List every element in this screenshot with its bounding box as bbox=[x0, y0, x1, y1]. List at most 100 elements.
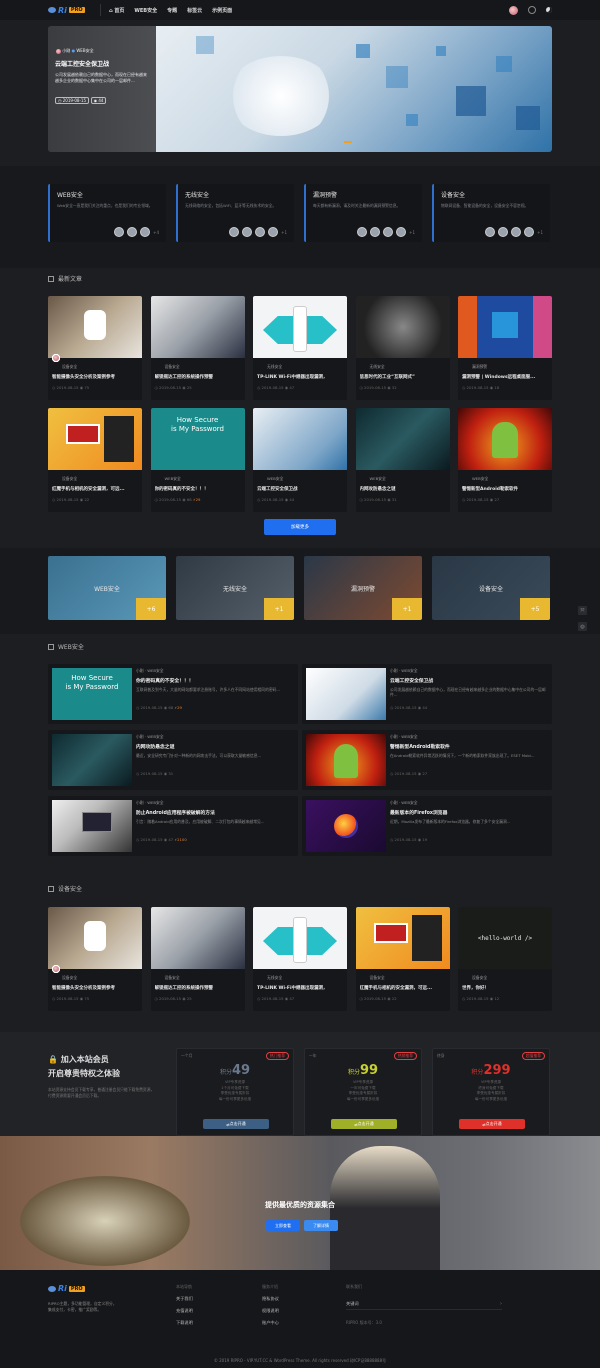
nav-item-home[interactable]: ⌂ 首页 bbox=[109, 7, 124, 14]
post-card[interactable]: 无线安全 TP-LINK Wi-Fi中继器出现漏洞， ◷ 2019-08-15 ◉ … bbox=[52, 296, 347, 400]
post-thumb-icon[interactable] bbox=[114, 227, 125, 237]
post-thumb-icon[interactable] bbox=[357, 227, 368, 237]
post-card[interactable]: 设备安全 红魔手机与相机的安全漏洞，可远... ◷ 2019-08-15 ◉ 22 bbox=[48, 354, 142, 512]
footer-link[interactable]: 充值说明 bbox=[176, 1308, 193, 1314]
footer-link[interactable]: 下载说明 bbox=[176, 1320, 193, 1326]
load-more-button[interactable]: 加载更多 bbox=[264, 519, 336, 535]
footer-link[interactable]: 隐私协议 bbox=[262, 1296, 279, 1302]
post-card[interactable]: 设备安全 解锁摇达工控的系统操作预警 ◷ 2019-08-15 ◉ 25 bbox=[52, 296, 245, 400]
post-thumb-icon[interactable] bbox=[396, 227, 407, 237]
post-card[interactable]: 无线安全 信息时代的工业“互联网式” ◷ 2019-08-15 ◉ 32 bbox=[52, 296, 450, 400]
post-title[interactable]: 漏洞预警 | Windows远程桌面服... bbox=[462, 374, 548, 380]
post-title[interactable]: 防止Android应用程序被破解的方法 bbox=[136, 809, 294, 816]
post-thumb-icon[interactable] bbox=[524, 227, 535, 237]
post-category[interactable]: 设备安全 bbox=[165, 364, 245, 370]
nav-item-web-security[interactable]: WEB安全 bbox=[134, 7, 157, 14]
post-title[interactable]: 信息时代的工业“互联网式” bbox=[360, 374, 446, 380]
footer-logo[interactable]: Ri PRO bbox=[48, 1284, 118, 1293]
post-title[interactable]: 解锁摇达工控的系统操作预警 bbox=[155, 985, 241, 991]
post-card[interactable]: WEB安全 内网攻防悬念之谜 ◷ 2019-08-15 ◉ 31 bbox=[52, 354, 450, 512]
post-category[interactable]: 设备安全 bbox=[62, 975, 142, 981]
post-thumb-icon[interactable] bbox=[370, 227, 381, 237]
post-card[interactable]: <hello-world /> 设备安全 世界，你好！ ◷ 2019-08-15 ◉ … bbox=[52, 907, 552, 1011]
post-thumb-icon[interactable] bbox=[255, 227, 266, 237]
post-title[interactable]: 世界，你好！ bbox=[462, 985, 548, 991]
post-title[interactable]: 云端工控安全保卫战 bbox=[257, 486, 343, 492]
dark-mode-icon[interactable] bbox=[546, 7, 552, 13]
post-title[interactable]: TP-LINK Wi-Fi中继器出现漏洞， bbox=[257, 985, 343, 991]
footer-link[interactable]: 权限说明 bbox=[262, 1308, 279, 1314]
post-category[interactable]: 设备安全 bbox=[165, 975, 245, 981]
list-item[interactable]: 小刚 · WEB安全 防止Android应用程序被破解的方法 引言：随着Androi… bbox=[48, 796, 298, 856]
post-card[interactable]: 设备安全 解锁摇达工控的系统操作预警 ◷ 2019-08-15 ◉ 25 bbox=[52, 907, 245, 1011]
nav-item-sample-page[interactable]: 示例页面 bbox=[212, 7, 232, 14]
post-title[interactable]: 红魔手机与相机的安全漏洞，可远... bbox=[360, 985, 446, 991]
slide-title[interactable]: 云端工控安全保卫战 bbox=[55, 59, 109, 68]
post-thumb-icon[interactable] bbox=[498, 227, 509, 237]
hero-primary-button[interactable]: 立即查看 bbox=[266, 1220, 300, 1231]
post-category[interactable]: 无线安全 bbox=[267, 975, 347, 981]
post-card[interactable]: 漏洞预警 漏洞预警 | Windows远程桌面服... ◷ 2019-08-15 ◉… bbox=[52, 296, 552, 400]
featured-slider[interactable]: 小刚 ● WEB安全 云端工控安全保卫战 公司发展越依赖自己的数据中心，而现在已… bbox=[48, 26, 552, 152]
footer-link[interactable]: 账户中心 bbox=[262, 1320, 279, 1326]
category-banner-vuln[interactable]: 漏洞预警 +1 bbox=[304, 556, 422, 620]
post-category[interactable]: 设备安全 bbox=[62, 476, 142, 482]
post-title[interactable]: TP-LINK Wi-Fi中继器出现漏洞， bbox=[257, 374, 343, 380]
post-category[interactable]: 设备安全 bbox=[370, 975, 450, 981]
post-title[interactable]: 警惕新型Android勒索软件 bbox=[390, 743, 548, 750]
category-banner-web[interactable]: WEB安全 +6 bbox=[48, 556, 166, 620]
nav-item-topics[interactable]: 专题 bbox=[167, 7, 177, 14]
category-banner-device[interactable]: 设备安全 +5 bbox=[432, 556, 550, 620]
post-thumb-icon[interactable] bbox=[140, 227, 151, 237]
post-title[interactable]: 内网攻防悬念之谜 bbox=[360, 486, 446, 492]
post-category[interactable]: WEB安全 bbox=[472, 476, 552, 482]
post-card[interactable]: 无线安全 TP-LINK Wi-Fi中继器出现漏洞， ◷ 2019-08-15 ◉ … bbox=[52, 907, 347, 1011]
list-item[interactable]: How Secure is My Password 小刚 · WEB安全 你的密码真的… bbox=[48, 664, 298, 724]
post-title[interactable]: 智能摄像头安全分析及案例参考 bbox=[52, 374, 138, 380]
post-card[interactable]: WEB安全 警惕新型Android勒索软件 ◷ 2019-08-15 ◉ 27 bbox=[52, 354, 552, 512]
post-title[interactable]: 内网攻防悬念之谜 bbox=[136, 743, 294, 750]
post-card[interactable]: 设备安全 智能摄像头安全分析及案例参考 ◷ 2019-08-15 ◉ 75 bbox=[48, 296, 142, 400]
list-item[interactable]: 小刚 · WEB安全 警惕新型Android勒索软件 在Android勒索软件异常活… bbox=[302, 730, 552, 790]
post-category[interactable]: 设备安全 bbox=[472, 975, 552, 981]
nav-item-tag-cloud[interactable]: 标签云 bbox=[187, 7, 202, 14]
plan-subscribe-button[interactable]: ⇄ 点击开通 bbox=[203, 1119, 269, 1129]
hero-secondary-button[interactable]: 了解详情 bbox=[304, 1220, 338, 1231]
settings-icon[interactable]: ◎ bbox=[578, 622, 587, 631]
list-item[interactable]: 小刚 · WEB安全 内网攻防悬念之谜 最近，安全研究专门针对一种新的内网攻击手法，… bbox=[48, 730, 298, 790]
post-category[interactable]: 无线安全 bbox=[370, 364, 450, 370]
footer-link[interactable]: 关于我们 bbox=[176, 1296, 193, 1302]
list-item[interactable]: 小刚 · WEB安全 最新版本的Firefox浏览器 近期，Mozilla发布了最新… bbox=[302, 796, 552, 856]
post-title[interactable]: 解锁摇达工控的系统操作预警 bbox=[155, 374, 241, 380]
post-thumb-icon[interactable] bbox=[242, 227, 253, 237]
user-avatar[interactable] bbox=[509, 5, 518, 15]
post-category[interactable]: WEB安全 bbox=[370, 476, 450, 482]
search-icon[interactable] bbox=[528, 6, 536, 14]
site-logo[interactable]: Ri PRO bbox=[48, 6, 90, 15]
footer-search[interactable]: 关键词 › bbox=[346, 1298, 502, 1310]
post-card[interactable]: How Secure is My Password WEB安全 你的密码真的不安全！！… bbox=[52, 354, 245, 512]
post-category[interactable]: WEB安全 bbox=[267, 476, 347, 482]
post-title[interactable]: 警惕新型Android勒索软件 bbox=[462, 486, 548, 492]
category-banner-wireless[interactable]: 无线安全 +1 bbox=[176, 556, 294, 620]
category-card-vuln[interactable]: 漏洞预警 每天都有新漏洞，请及时关注最新的漏洞预警信息。 +1 bbox=[304, 184, 422, 242]
post-thumb-icon[interactable] bbox=[127, 227, 138, 237]
slide-category[interactable]: WEB安全 bbox=[76, 48, 93, 53]
post-category[interactable]: 无线安全 bbox=[267, 364, 347, 370]
post-card[interactable]: 设备安全 红魔手机与相机的安全漏洞，可远... ◷ 2019-08-15 ◉ 22 bbox=[52, 907, 450, 1011]
plan-subscribe-button[interactable]: ⇄ 点击开通 bbox=[459, 1119, 525, 1129]
plan-subscribe-button[interactable]: ⇄ 点击开通 bbox=[331, 1119, 397, 1129]
post-title[interactable]: 红魔手机与相机的安全漏洞，可远... bbox=[52, 486, 138, 492]
arrow-right-icon[interactable]: › bbox=[500, 1301, 502, 1307]
post-card[interactable]: WEB安全 云端工控安全保卫战 ◷ 2019-08-15 ◉ 44 bbox=[52, 354, 347, 512]
post-thumb-icon[interactable] bbox=[383, 227, 394, 237]
share-icon[interactable]: ⤧ bbox=[578, 606, 587, 615]
post-category[interactable]: 设备安全 bbox=[62, 364, 142, 370]
post-category[interactable]: WEB安全 bbox=[165, 476, 245, 482]
post-thumb-icon[interactable] bbox=[229, 227, 240, 237]
list-item[interactable]: 小刚 · WEB安全 云端工控安全保卫战 公司发展越依赖自己的数据中心，而现在已经有… bbox=[302, 664, 552, 724]
post-title[interactable]: 你的密码真的不安全！！！ bbox=[155, 486, 241, 492]
post-title[interactable]: 智能摄像头安全分析及案例参考 bbox=[52, 985, 138, 991]
category-card-web[interactable]: WEB安全 Web安全一直是我们关注的重点，也是我们的专业领域。 +4 bbox=[48, 184, 166, 242]
post-thumb-icon[interactable] bbox=[485, 227, 496, 237]
